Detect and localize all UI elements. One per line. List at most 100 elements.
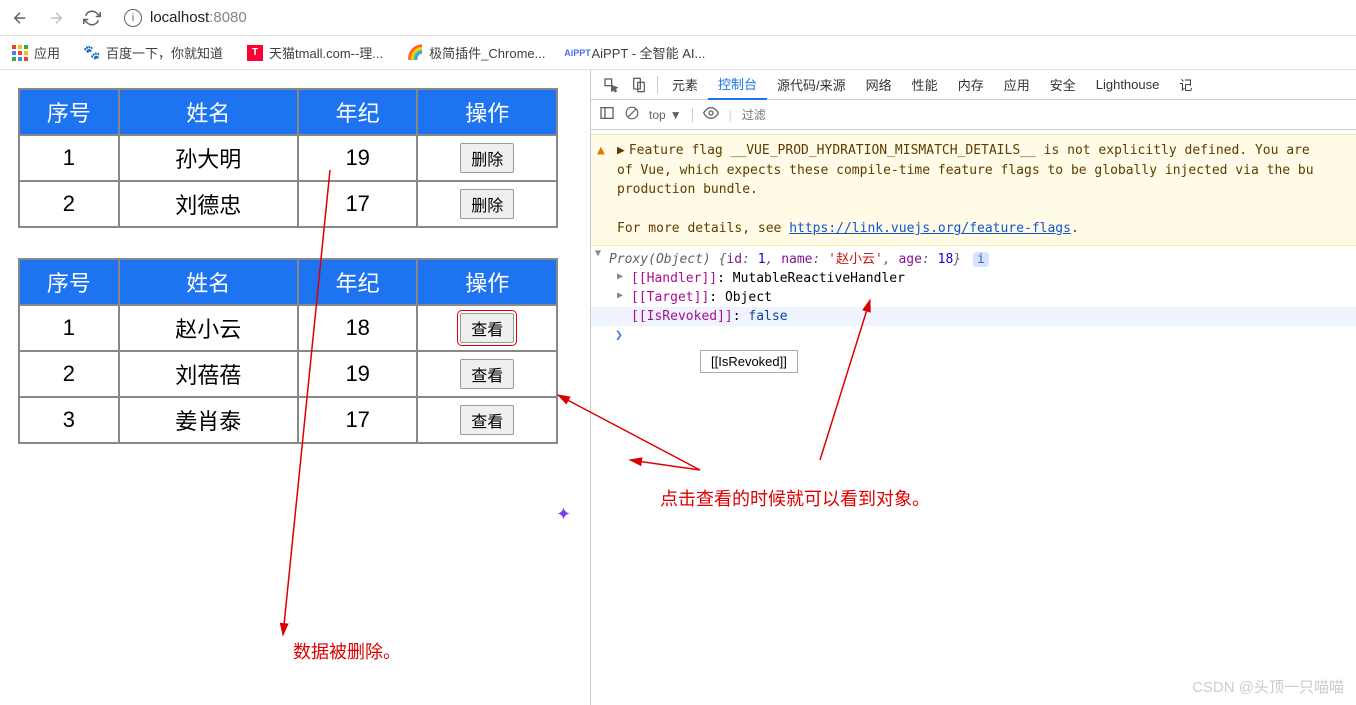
cell-age: 18: [298, 305, 418, 351]
warning-line: of Vue, which expects these compile-time…: [617, 163, 1314, 178]
tab-memory[interactable]: 内存: [948, 70, 994, 100]
view-button[interactable]: 查看: [460, 313, 514, 343]
bookmark-baidu[interactable]: 🐾 百度一下，你就知道: [84, 43, 223, 62]
tab-rec[interactable]: 记: [1169, 70, 1202, 100]
url-text: localhost:8080: [150, 9, 247, 26]
cell-age: 17: [298, 397, 418, 443]
tab-performance[interactable]: 性能: [902, 70, 948, 100]
cell-op: 删除: [417, 181, 557, 227]
sparkle-icon: ✦: [556, 504, 571, 525]
bookmark-label: 天猫tmall.com--理...: [269, 43, 383, 62]
tab-console[interactable]: 控制台: [708, 70, 767, 100]
console-output: ▲ ▶Feature flag __VUE_PROD_HYDRATION_MIS…: [591, 130, 1356, 705]
caret-right-icon[interactable]: [617, 271, 623, 282]
th-age: 年纪: [298, 259, 418, 305]
cell-seq: 1: [19, 135, 119, 181]
delete-button[interactable]: 删除: [460, 143, 514, 173]
bookmark-label: 极简插件_Chrome...: [429, 43, 545, 62]
console-log-proxy[interactable]: Proxy(Object) {id: 1, name: '赵小云', age: …: [591, 246, 1356, 269]
table-row: 1 赵小云 18 查看: [19, 305, 557, 351]
obj-value: false: [748, 309, 787, 324]
warning-line: For more details, see: [617, 221, 789, 236]
tab-sources[interactable]: 源代码/来源: [767, 70, 856, 100]
sidebar-toggle-icon[interactable]: [599, 105, 615, 124]
tab-network[interactable]: 网络: [856, 70, 902, 100]
cell-seq: 2: [19, 351, 119, 397]
bookmark-aippt[interactable]: AiPPT AiPPT - 全智能 AI...: [569, 43, 705, 62]
bookmark-label: AiPPT - 全智能 AI...: [591, 43, 705, 62]
rainbow-icon: 🌈: [407, 45, 423, 61]
caret-icon[interactable]: ▶: [617, 143, 625, 158]
tooltip: [[IsRevoked]]: [700, 350, 798, 373]
cell-name: 赵小云: [119, 305, 298, 351]
table-row: 2 刘德忠 17 删除: [19, 181, 557, 227]
clear-console-icon[interactable]: [625, 106, 639, 123]
context-dropdown[interactable]: top ▼: [649, 108, 693, 122]
th-seq: 序号: [19, 259, 119, 305]
apps-shortcut[interactable]: 应用: [12, 43, 60, 62]
console-prompt[interactable]: ❯: [591, 326, 1356, 345]
obj-value: MutableReactiveHandler: [733, 271, 905, 286]
console-warning: ▲ ▶Feature flag __VUE_PROD_HYDRATION_MIS…: [591, 134, 1356, 246]
console-log-target[interactable]: [[Target]]: Object: [591, 288, 1356, 307]
bookmark-label: 百度一下，你就知道: [106, 43, 223, 62]
eye-icon[interactable]: [703, 105, 719, 124]
table-2: 序号 姓名 年纪 操作 1 赵小云 18 查看 2 刘蓓蓓 19 查看 3 姜肖…: [18, 258, 558, 444]
cell-op: 删除: [417, 135, 557, 181]
warning-icon: ▲: [597, 141, 605, 161]
back-button[interactable]: [8, 6, 32, 30]
tab-security[interactable]: 安全: [1040, 70, 1086, 100]
th-op: 操作: [417, 259, 557, 305]
console-toolbar: top ▼ |: [591, 100, 1356, 130]
cell-op: 查看: [417, 351, 557, 397]
page-content: 序号 姓名 年纪 操作 1 孙大明 19 删除 2 刘德忠 17 删除 序号 姓…: [0, 70, 590, 705]
th-age: 年纪: [298, 89, 418, 135]
warning-line: .: [1071, 221, 1079, 236]
apps-icon: [12, 45, 28, 61]
obj-value: Object: [725, 290, 772, 305]
caret-down-icon[interactable]: [595, 248, 601, 259]
caret-right-icon[interactable]: [617, 290, 623, 301]
cell-name: 孙大明: [119, 135, 298, 181]
tab-elements[interactable]: 元素: [662, 70, 708, 100]
th-seq: 序号: [19, 89, 119, 135]
th-name: 姓名: [119, 89, 298, 135]
table-row: 1 孙大明 19 删除: [19, 135, 557, 181]
obj-class: Proxy(Object): [609, 252, 711, 267]
info-badge[interactable]: i: [973, 252, 989, 267]
address-bar[interactable]: i localhost:8080: [116, 5, 1348, 31]
table-row: 3 姜肖泰 17 查看: [19, 397, 557, 443]
inspect-icon[interactable]: [597, 77, 625, 93]
chevron-down-icon: ▼: [670, 108, 682, 122]
filter-input[interactable]: [742, 108, 1348, 122]
cell-seq: 2: [19, 181, 119, 227]
view-button[interactable]: 查看: [460, 405, 514, 435]
th-op: 操作: [417, 89, 557, 135]
view-button[interactable]: 查看: [460, 359, 514, 389]
delete-button[interactable]: 删除: [460, 189, 514, 219]
bookmark-chrome-ext[interactable]: 🌈 极简插件_Chrome...: [407, 43, 545, 62]
tab-lighthouse[interactable]: Lighthouse: [1086, 70, 1170, 100]
cell-age: 19: [298, 351, 418, 397]
devtools-panel: 元素 控制台 源代码/来源 网络 性能 内存 应用 安全 Lighthouse …: [590, 70, 1356, 705]
watermark: CSDN @头顶一只喵喵: [1192, 676, 1344, 697]
browser-nav-bar: i localhost:8080: [0, 0, 1356, 36]
bookmark-label: 应用: [34, 43, 60, 62]
table-row: 2 刘蓓蓓 19 查看: [19, 351, 557, 397]
console-log-revoked[interactable]: [[IsRevoked]]: false: [591, 307, 1356, 326]
bookmark-tmall[interactable]: T 天猫tmall.com--理...: [247, 43, 383, 62]
reload-button[interactable]: [80, 6, 104, 30]
paw-icon: 🐾: [84, 45, 100, 61]
console-log-handler[interactable]: [[Handler]]: MutableReactiveHandler: [591, 269, 1356, 288]
cell-op: 查看: [417, 397, 557, 443]
info-icon[interactable]: i: [124, 9, 142, 27]
forward-button[interactable]: [44, 6, 68, 30]
cell-name: 刘蓓蓓: [119, 351, 298, 397]
cell-name: 姜肖泰: [119, 397, 298, 443]
cell-age: 19: [298, 135, 418, 181]
warning-link[interactable]: https://link.vuejs.org/feature-flags: [789, 221, 1071, 236]
cell-name: 刘德忠: [119, 181, 298, 227]
tab-application[interactable]: 应用: [994, 70, 1040, 100]
device-icon[interactable]: [625, 77, 653, 93]
table-1: 序号 姓名 年纪 操作 1 孙大明 19 删除 2 刘德忠 17 删除: [18, 88, 558, 228]
